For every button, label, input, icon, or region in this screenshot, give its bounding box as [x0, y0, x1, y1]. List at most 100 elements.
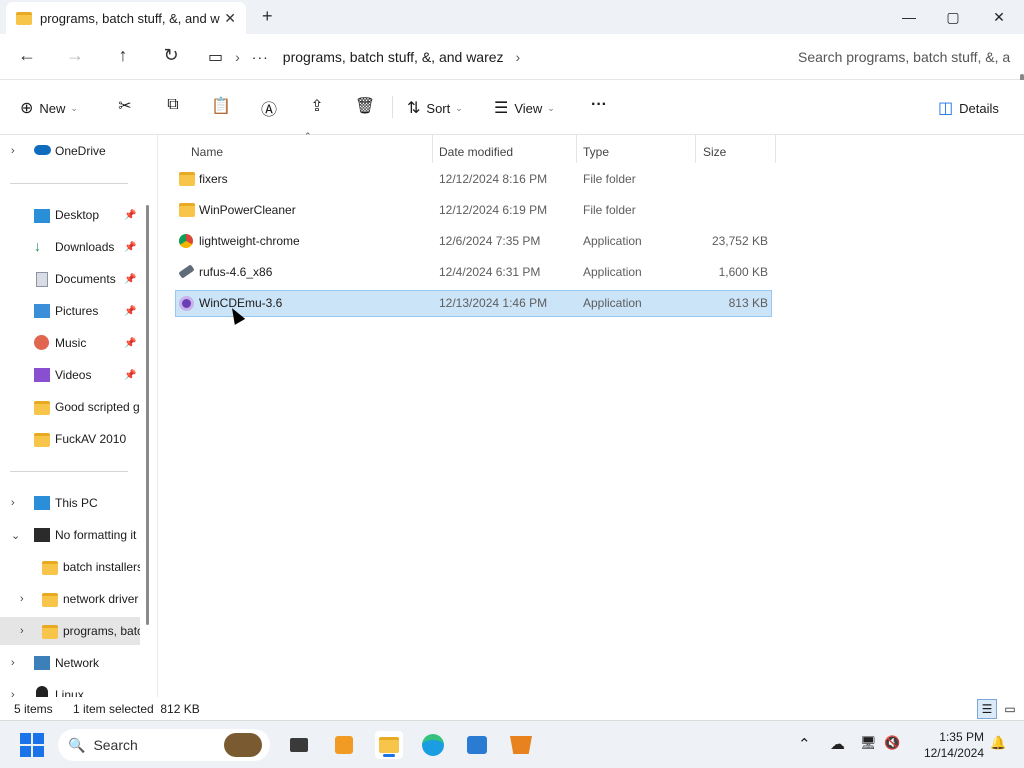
start-button[interactable]: [20, 733, 44, 757]
sidebar-scrollbar[interactable]: [146, 205, 149, 625]
minimize-button[interactable]: —: [886, 4, 932, 30]
column-header-size[interactable]: Size: [703, 139, 726, 165]
search-label: Search: [93, 737, 138, 753]
file-size: 23,752 KB: [711, 234, 768, 248]
sidebar-item-desktop[interactable]: Desktop 📌: [0, 201, 140, 229]
file-type: File folder: [583, 172, 636, 186]
pin-icon: 📌: [124, 209, 137, 221]
folder-icon: [179, 172, 195, 186]
file-type: Application: [583, 296, 642, 310]
details-pane-button[interactable]: ◫ Details: [938, 98, 999, 118]
file-explorer-icon[interactable]: [375, 731, 403, 759]
file-row[interactable]: WinPowerCleaner 12/12/2024 6:19 PM File …: [175, 197, 772, 224]
volume-tray-icon[interactable]: 🔇: [884, 735, 900, 751]
column-divider[interactable]: [695, 135, 696, 163]
usb-drive-icon: [178, 264, 195, 279]
edge-icon[interactable]: [419, 731, 447, 759]
sidebar-item-linux[interactable]: › Linux: [0, 681, 140, 697]
chevron-right-icon[interactable]: ›: [20, 625, 24, 637]
column-header-name[interactable]: Name: [191, 139, 223, 165]
file-date: 12/4/2024 6:31 PM: [439, 265, 541, 279]
copy-icon[interactable]: ⧉: [161, 96, 185, 114]
sort-button[interactable]: ⇅ Sort ⌄: [407, 98, 463, 118]
delete-icon[interactable]: 🗑: [353, 96, 377, 116]
column-header-date[interactable]: Date modified: [439, 139, 513, 165]
sidebar-item-label: Good scripted g: [55, 400, 140, 414]
sidebar-item-music[interactable]: Music 📌: [0, 329, 140, 357]
chevron-down-icon: ⌄: [70, 102, 78, 113]
share-icon[interactable]: ⇪: [305, 96, 329, 116]
overflow-crumbs[interactable]: ···: [252, 49, 269, 65]
chevron-right-icon[interactable]: ›: [20, 593, 24, 605]
tab-current-folder[interactable]: programs, batch stuff, &, and warez ✕: [6, 2, 246, 34]
chevron-right-icon[interactable]: ›: [11, 145, 15, 157]
sidebar-item-network-driver[interactable]: › network driver: [0, 585, 140, 613]
sidebar-item-downloads[interactable]: ↓ Downloads 📌: [0, 233, 140, 261]
chevron-right-icon[interactable]: ›: [516, 49, 521, 65]
sidebar-item-pictures[interactable]: Pictures 📌: [0, 297, 140, 325]
sidebar-item-good-scripted[interactable]: Good scripted g: [0, 393, 140, 421]
network-icon: [34, 656, 50, 670]
back-button[interactable]: ←: [15, 45, 39, 66]
network-tray-icon[interactable]: 🖥: [860, 735, 877, 751]
onedrive-tray-icon[interactable]: ☁: [830, 735, 845, 753]
close-tab-icon[interactable]: ✕: [224, 10, 236, 27]
sidebar-item-documents[interactable]: Documents 📌: [0, 265, 140, 293]
rename-icon[interactable]: Ⓐ: [257, 96, 281, 120]
new-tab-button[interactable]: +: [262, 6, 273, 27]
file-row-selected[interactable]: WinCDEmu-3.6 12/13/2024 1:46 PM Applicat…: [175, 290, 772, 317]
chevron-down-icon[interactable]: ⌄: [11, 529, 20, 542]
column-divider[interactable]: [576, 135, 577, 163]
refresh-button[interactable]: ↻: [159, 45, 183, 66]
chevron-right-icon[interactable]: ›: [11, 689, 15, 697]
file-size: 813 KB: [728, 296, 768, 310]
store-icon[interactable]: [463, 731, 491, 759]
breadcrumb-current[interactable]: programs, batch stuff, &, and warez: [283, 49, 504, 65]
sidebar-item-videos[interactable]: Videos 📌: [0, 361, 140, 389]
notification-icon[interactable]: 🔔: [990, 735, 1006, 751]
taskbar-search[interactable]: 🔍 Search: [58, 729, 270, 761]
folder-icon: [16, 11, 32, 25]
column-divider[interactable]: [775, 135, 776, 163]
sidebar-item-this-pc[interactable]: › This PC: [0, 489, 140, 517]
file-row[interactable]: lightweight-chrome 12/6/2024 7:35 PM App…: [175, 228, 772, 255]
tiles-view-icon[interactable]: ▭: [1000, 699, 1020, 719]
sidebar-item-onedrive[interactable]: › OneDrive: [0, 137, 140, 165]
sidebar-item-batch-installers[interactable]: batch installers: [0, 553, 140, 581]
close-window-button[interactable]: ✕: [976, 4, 1022, 30]
forward-button[interactable]: →: [63, 45, 87, 66]
address-bar: ← → ↑ ↻ ▭ › ··· programs, batch stuff, &…: [0, 34, 1024, 108]
sidebar-item-label: Network: [55, 656, 100, 670]
new-button[interactable]: ⊕ New ⌄: [20, 98, 78, 118]
sidebar-item-network[interactable]: › Network: [0, 649, 140, 677]
maximize-button[interactable]: ▢: [930, 4, 976, 30]
monitor-icon[interactable]: ▭: [208, 47, 223, 67]
details-view-icon[interactable]: ☰: [977, 699, 997, 719]
search-input[interactable]: Search programs, batch stuff, &, a: [786, 42, 1022, 72]
view-button[interactable]: ☰ View ⌄: [494, 98, 555, 118]
file-row[interactable]: rufus-4.6_x86 12/4/2024 6:31 PM Applicat…: [175, 259, 772, 286]
chevron-right-icon[interactable]: ›: [11, 657, 15, 669]
file-name: WinPowerCleaner: [199, 203, 296, 217]
file-type: Application: [583, 265, 642, 279]
sidebar-item-programs[interactable]: › programs, batc: [0, 617, 140, 645]
pinned-app-icon[interactable]: [330, 731, 358, 759]
file-type: File folder: [583, 203, 636, 217]
metamask-icon[interactable]: [507, 731, 535, 759]
desktop-icon: [34, 209, 50, 223]
paste-icon[interactable]: 📋: [209, 96, 233, 116]
breadcrumb[interactable]: ▭ › ··· programs, batch stuff, &, and wa…: [208, 42, 532, 72]
up-button[interactable]: ↑: [111, 45, 135, 66]
cut-icon[interactable]: ✂: [113, 96, 137, 116]
clock[interactable]: 1:35 PM 12/14/2024: [912, 729, 984, 761]
sidebar-item-fuckav[interactable]: FuckAV 2010: [0, 425, 140, 453]
column-divider[interactable]: [432, 135, 433, 163]
file-row[interactable]: fixers 12/12/2024 8:16 PM File folder: [175, 166, 772, 193]
more-options-icon[interactable]: ···: [587, 96, 611, 114]
chevron-right-icon[interactable]: ›: [11, 497, 15, 509]
sidebar-item-drive[interactable]: ⌄ No formatting it: [0, 521, 140, 549]
tray-overflow-icon[interactable]: ⌃: [798, 735, 811, 753]
command-bar: ⊕ New ⌄ ✂ ⧉ 📋 Ⓐ ⇪ 🗑 ⇅ Sort ⌄ ☰ View ⌄ ··…: [0, 80, 1024, 135]
task-view-icon[interactable]: [285, 731, 313, 759]
column-header-type[interactable]: Type: [583, 139, 609, 165]
